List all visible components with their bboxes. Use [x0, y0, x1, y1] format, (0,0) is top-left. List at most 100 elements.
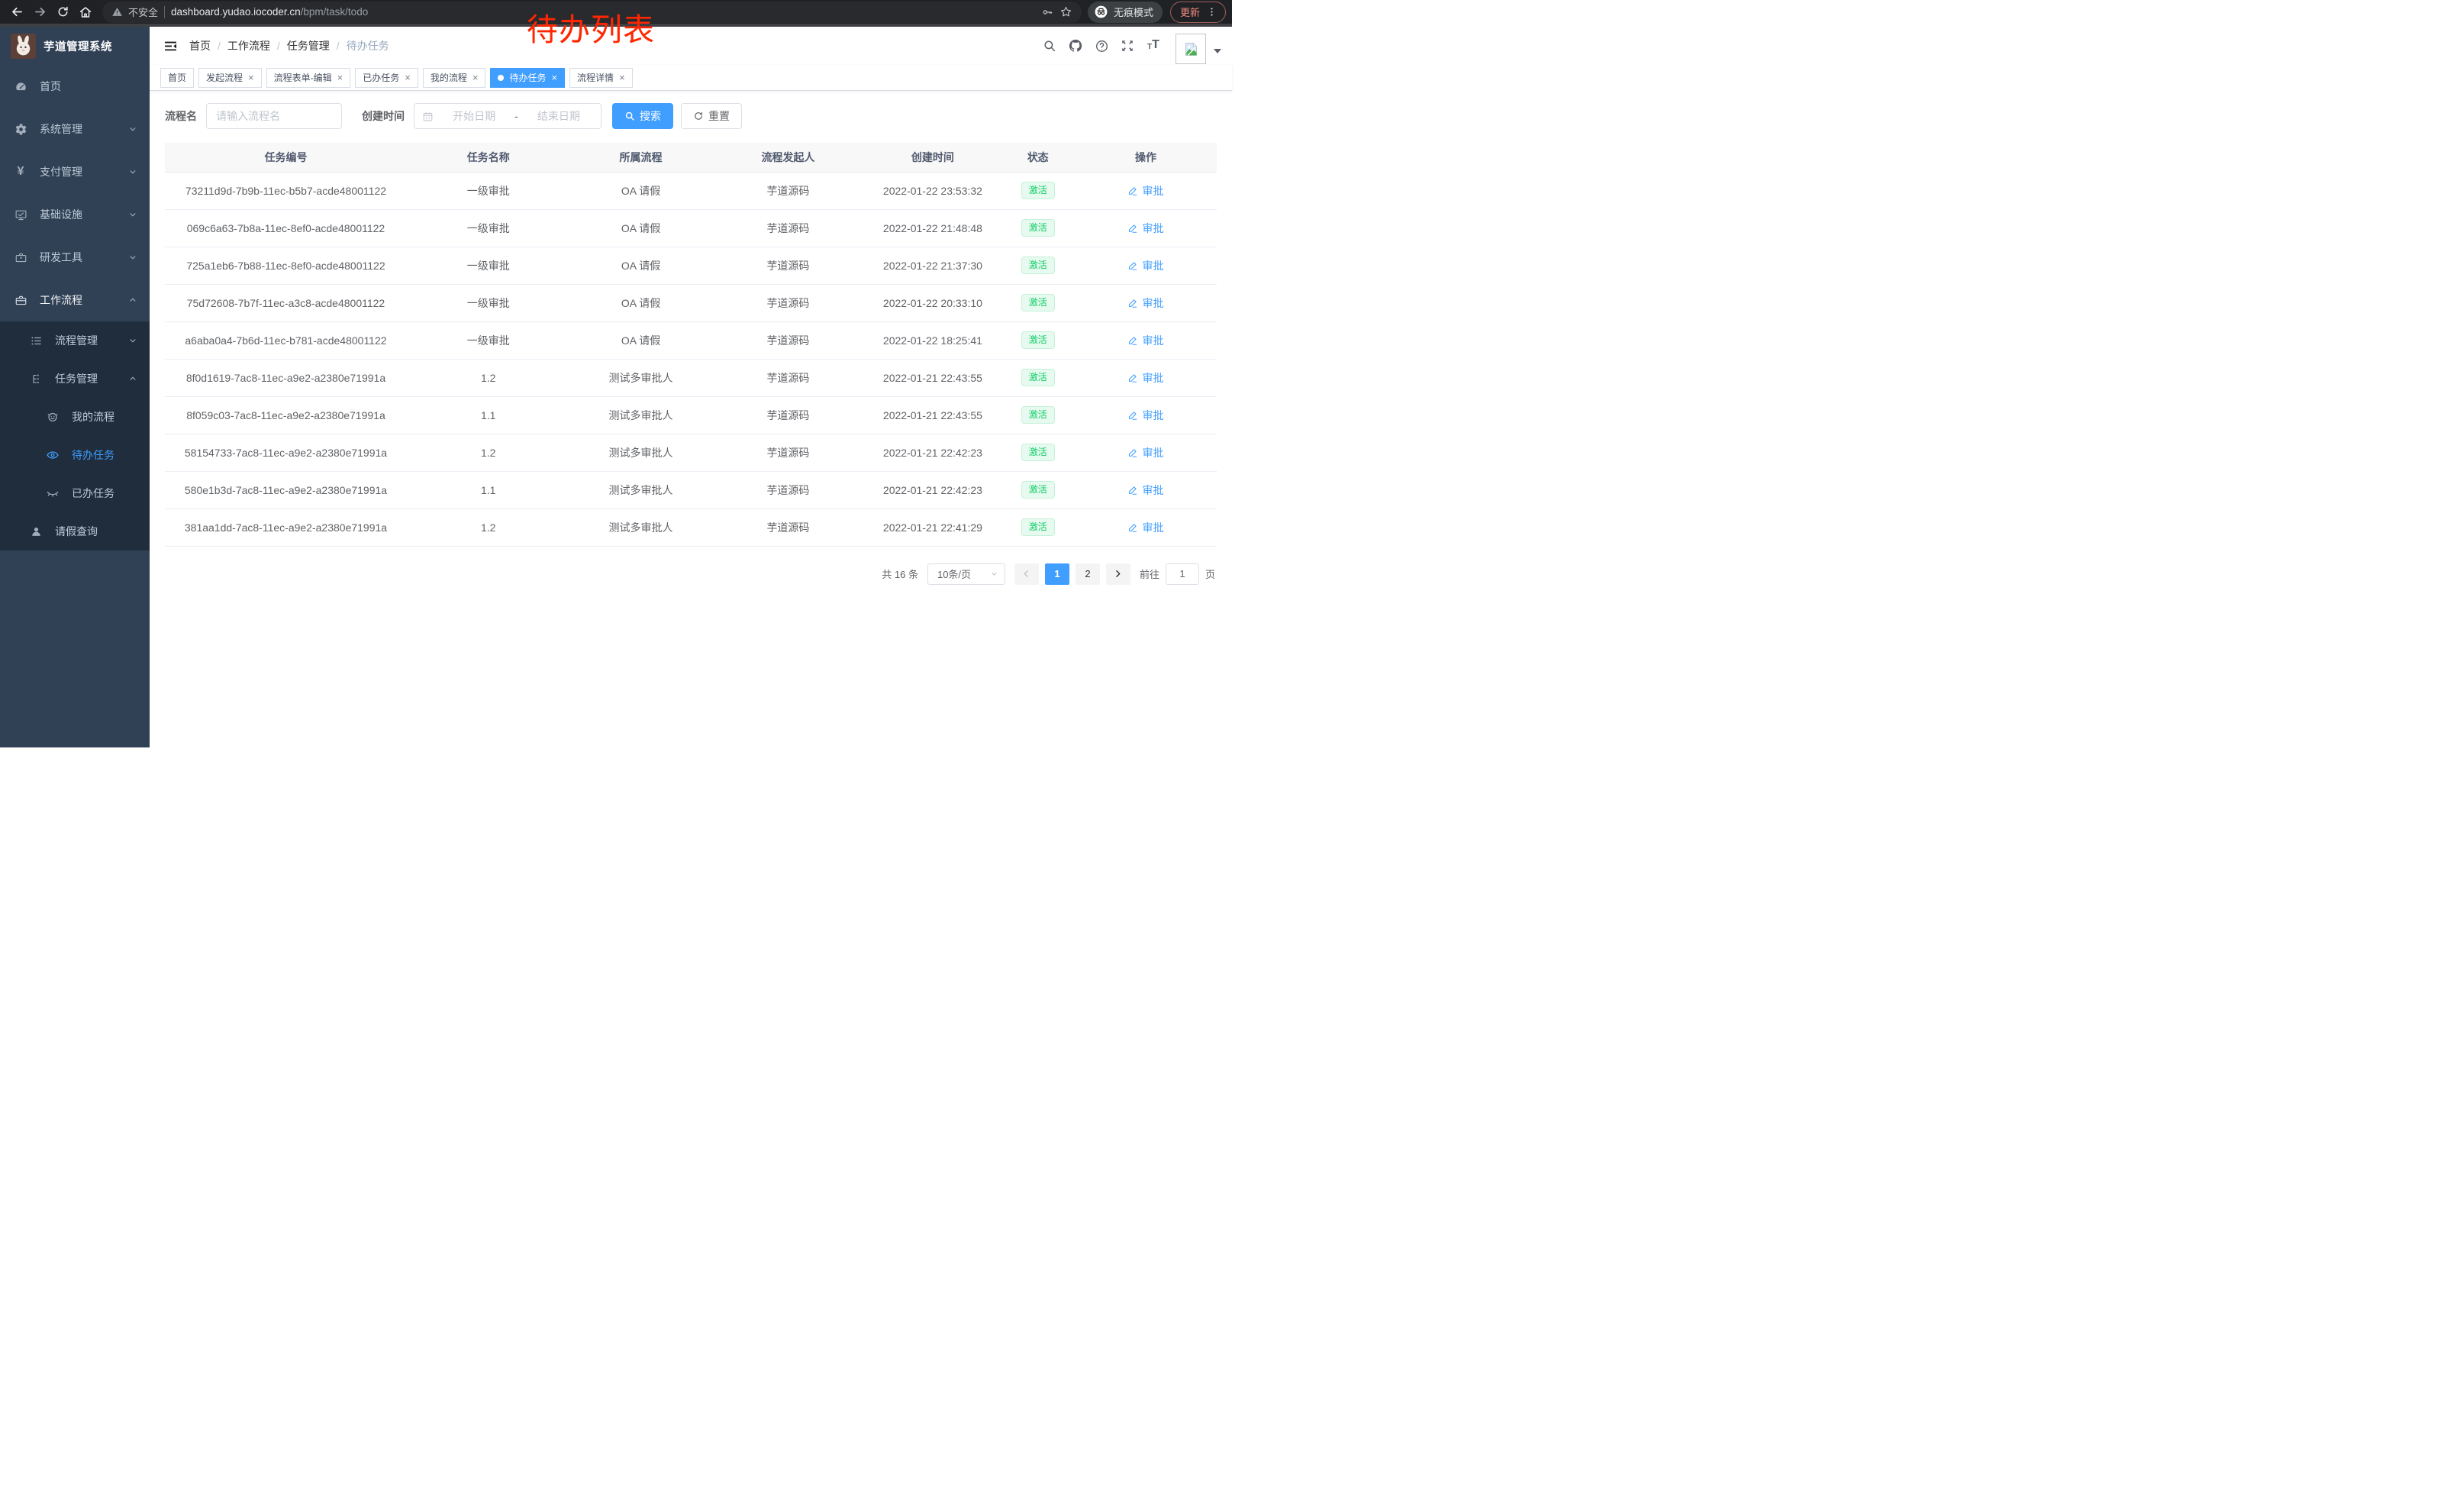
approve-action[interactable]: 审批: [1127, 370, 1163, 386]
sidebar-item-workflow[interactable]: 工作流程: [0, 279, 150, 321]
sidebar-item-home[interactable]: 首页: [0, 65, 150, 108]
sidebar-item-todo-tasks[interactable]: 待办任务: [0, 436, 150, 474]
approve-label: 审批: [1142, 333, 1163, 348]
page-size-select[interactable]: 10条/页: [927, 563, 1005, 585]
approve-label: 审批: [1142, 445, 1163, 460]
status-badge: 激活: [1021, 294, 1055, 311]
approve-label: 审批: [1142, 370, 1163, 386]
breadcrumb-item: 待办任务: [347, 38, 389, 53]
tab-close-icon[interactable]: ×: [248, 73, 254, 82]
tab-close-icon[interactable]: ×: [337, 73, 343, 82]
cell-task-name: 一级审批: [407, 172, 570, 209]
sidebar-item-my-process[interactable]: 我的流程: [0, 398, 150, 436]
tab-form-edit[interactable]: 流程表单-编辑×: [266, 68, 351, 88]
gauge-icon: [12, 80, 29, 93]
reset-button[interactable]: 重置: [681, 103, 742, 129]
approve-action[interactable]: 审批: [1127, 520, 1163, 535]
sidebar-item-done-tasks[interactable]: 已办任务: [0, 474, 150, 512]
avatar-caret-down-icon[interactable]: [1214, 49, 1221, 53]
tab-my-process[interactable]: 我的流程×: [423, 68, 486, 88]
breadcrumb-item[interactable]: 首页: [189, 38, 211, 53]
cell-task-name: 1.1: [407, 471, 570, 508]
tab-close-icon[interactable]: ×: [619, 73, 625, 82]
browser-menu-kebab-icon[interactable]: [1206, 6, 1217, 18]
page-button-2[interactable]: 2: [1076, 563, 1100, 585]
cell-action: 审批: [1075, 172, 1217, 209]
date-range-picker[interactable]: 开始日期 - 结束日期: [414, 103, 601, 129]
tab-todo-tasks[interactable]: 待办任务×: [490, 68, 565, 88]
incognito-icon: [1094, 5, 1108, 19]
cell-status: 激活: [1001, 434, 1074, 471]
cell-process: OA 请假: [570, 172, 712, 209]
approve-action[interactable]: 审批: [1127, 258, 1163, 273]
sidebar-item-leave-query[interactable]: 请假查询: [0, 512, 150, 550]
tab-close-icon[interactable]: ×: [472, 73, 479, 82]
omnibox-divider: [164, 6, 165, 18]
search-button[interactable]: 搜索: [612, 103, 673, 129]
url-path: /bpm/task/todo: [301, 6, 369, 18]
goto-page-input[interactable]: [1166, 563, 1199, 585]
header-search-button[interactable]: [1037, 33, 1063, 59]
sidebar-item-infrastructure[interactable]: 基础设施: [0, 193, 150, 236]
next-page-button[interactable]: [1106, 563, 1130, 585]
password-key-icon[interactable]: [1041, 6, 1053, 18]
tab-initiate-process[interactable]: 发起流程×: [198, 68, 262, 88]
approve-action[interactable]: 审批: [1127, 295, 1163, 311]
cell-action: 审批: [1075, 434, 1217, 471]
status-badge: 激活: [1021, 481, 1055, 499]
sidebar-item-task-mgmt[interactable]: 任务管理: [0, 360, 150, 398]
sidebar-item-system-mgmt[interactable]: 系统管理: [0, 108, 150, 150]
approve-action[interactable]: 审批: [1127, 483, 1163, 498]
sidebar-item-label: 工作流程: [40, 292, 128, 308]
cell-process: 测试多审批人: [570, 396, 712, 434]
tab-home[interactable]: 首页: [160, 68, 194, 88]
approve-action[interactable]: 审批: [1127, 221, 1163, 236]
pencil-icon: [1127, 223, 1138, 234]
column-header: 任务名称: [407, 143, 570, 172]
approve-label: 审批: [1142, 483, 1163, 498]
search-button-icon: [624, 111, 635, 121]
address-bar[interactable]: 不安全 dashboard.yudao.iocoder.cn/bpm/task/…: [102, 2, 1082, 23]
bookmark-star-icon[interactable]: [1059, 5, 1072, 18]
tab-close-icon[interactable]: ×: [551, 73, 557, 82]
prev-page-button[interactable]: [1014, 563, 1039, 585]
cell-task-id: a6aba0a4-7b6d-11ec-b781-acde48001122: [165, 321, 407, 359]
app-logo-row: 芋道管理系统: [0, 27, 150, 65]
approve-action[interactable]: 审批: [1127, 183, 1163, 199]
breadcrumb-item[interactable]: 任务管理: [287, 38, 330, 53]
tab-close-icon[interactable]: ×: [405, 73, 411, 82]
process-name-input[interactable]: [206, 103, 342, 129]
browser-home-button[interactable]: [75, 2, 96, 23]
browser-reload-button[interactable]: [52, 2, 73, 23]
cell-status: 激活: [1001, 321, 1074, 359]
approve-action[interactable]: 审批: [1127, 333, 1163, 348]
total-count: 共 16 条: [882, 567, 918, 581]
approve-action[interactable]: 审批: [1127, 408, 1163, 423]
sidebar-item-payment-mgmt[interactable]: ¥支付管理: [0, 150, 150, 193]
table-row: 580e1b3d-7ac8-11ec-a9e2-a2380e71991a1.1测…: [165, 471, 1217, 508]
breadcrumb-item[interactable]: 工作流程: [227, 38, 270, 53]
cell-status: 激活: [1001, 209, 1074, 247]
github-button[interactable]: [1063, 33, 1088, 59]
range-separator: -: [514, 110, 518, 122]
browser-forward-button[interactable]: [29, 2, 50, 23]
browser-update-button[interactable]: 更新: [1170, 2, 1226, 23]
sidebar-toggle-button[interactable]: [157, 33, 183, 59]
page-button-1[interactable]: 1: [1045, 563, 1069, 585]
sidebar-item-label: 流程管理: [55, 333, 128, 348]
create-time-label: 创建时间: [362, 108, 405, 124]
sidebar-item-process-mgmt[interactable]: 流程管理: [0, 321, 150, 360]
approve-label: 审批: [1142, 295, 1163, 311]
approve-action[interactable]: 审批: [1127, 445, 1163, 460]
help-button[interactable]: [1088, 33, 1114, 59]
hamburger-icon: [163, 39, 178, 53]
column-header: 流程发起人: [712, 143, 865, 172]
browser-back-button[interactable]: [6, 2, 27, 23]
tab-done-tasks[interactable]: 已办任务×: [355, 68, 418, 88]
font-size-button[interactable]: TT: [1140, 33, 1166, 59]
fullscreen-button[interactable]: [1114, 33, 1140, 59]
tab-process-detail[interactable]: 流程详情×: [569, 68, 633, 88]
security-chip[interactable]: 不安全: [111, 5, 158, 19]
sidebar-item-dev-tools[interactable]: 研发工具: [0, 236, 150, 279]
avatar[interactable]: [1176, 34, 1206, 64]
